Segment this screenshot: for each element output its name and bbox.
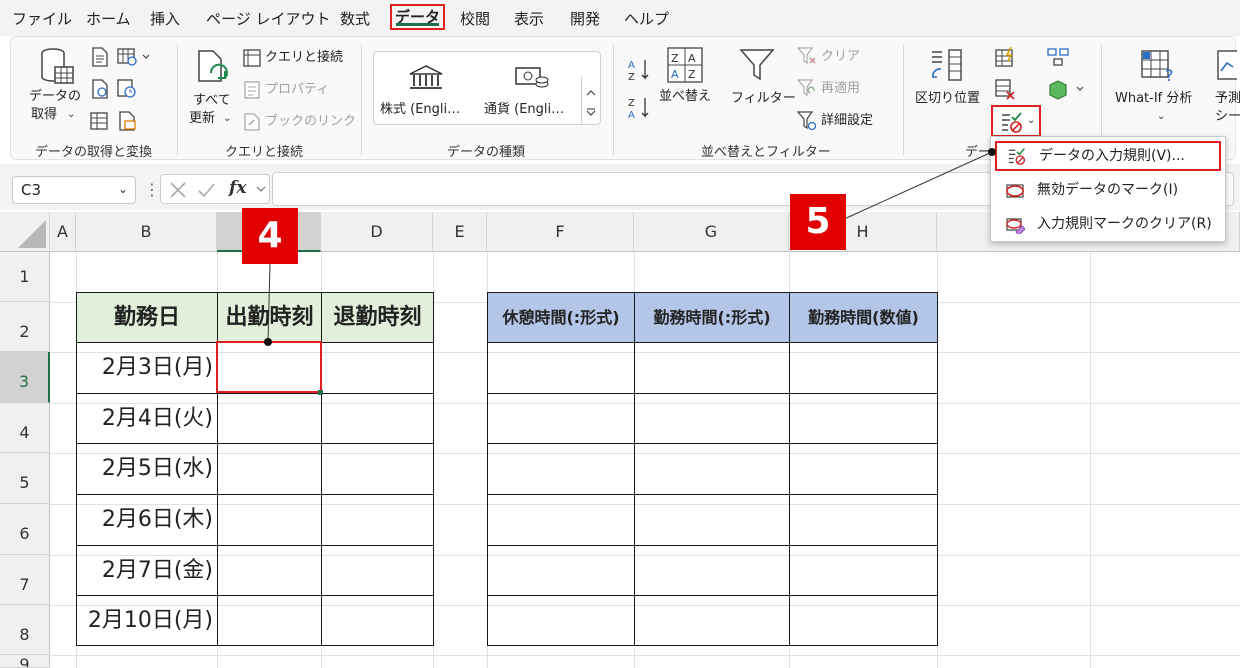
step-5-badge: 5: [790, 194, 846, 250]
step-4-badge: 4: [242, 208, 298, 264]
annotation-lines: [264, 148, 996, 346]
